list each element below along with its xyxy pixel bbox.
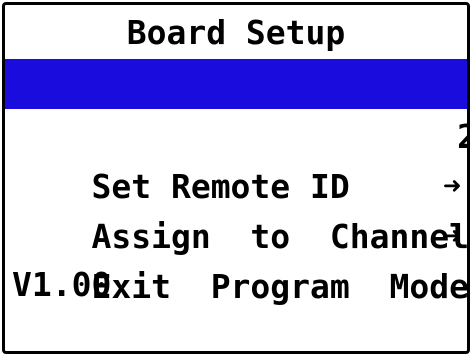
arrow-right-icon: ➜	[442, 169, 461, 204]
screen-title: Board Setup	[126, 13, 346, 52]
arrow-right-icon: ➜	[442, 219, 461, 254]
remote-id-value: 2	[457, 112, 467, 162]
lcd-screen: Board Setup View Sensor Info Set Remote …	[2, 2, 470, 354]
version-label: V1.00	[12, 265, 112, 304]
menu-item-view-sensor-info[interactable]: View Sensor Info	[5, 59, 467, 153]
menu-item-set-remote-id[interactable]: Set Remote ID 2	[5, 112, 467, 206]
menu-item-assign-to-channel[interactable]: Assign to Channel ➜	[5, 162, 467, 256]
menu-item-exit-program-mode[interactable]: Exit Program Mode ➜	[5, 212, 467, 306]
